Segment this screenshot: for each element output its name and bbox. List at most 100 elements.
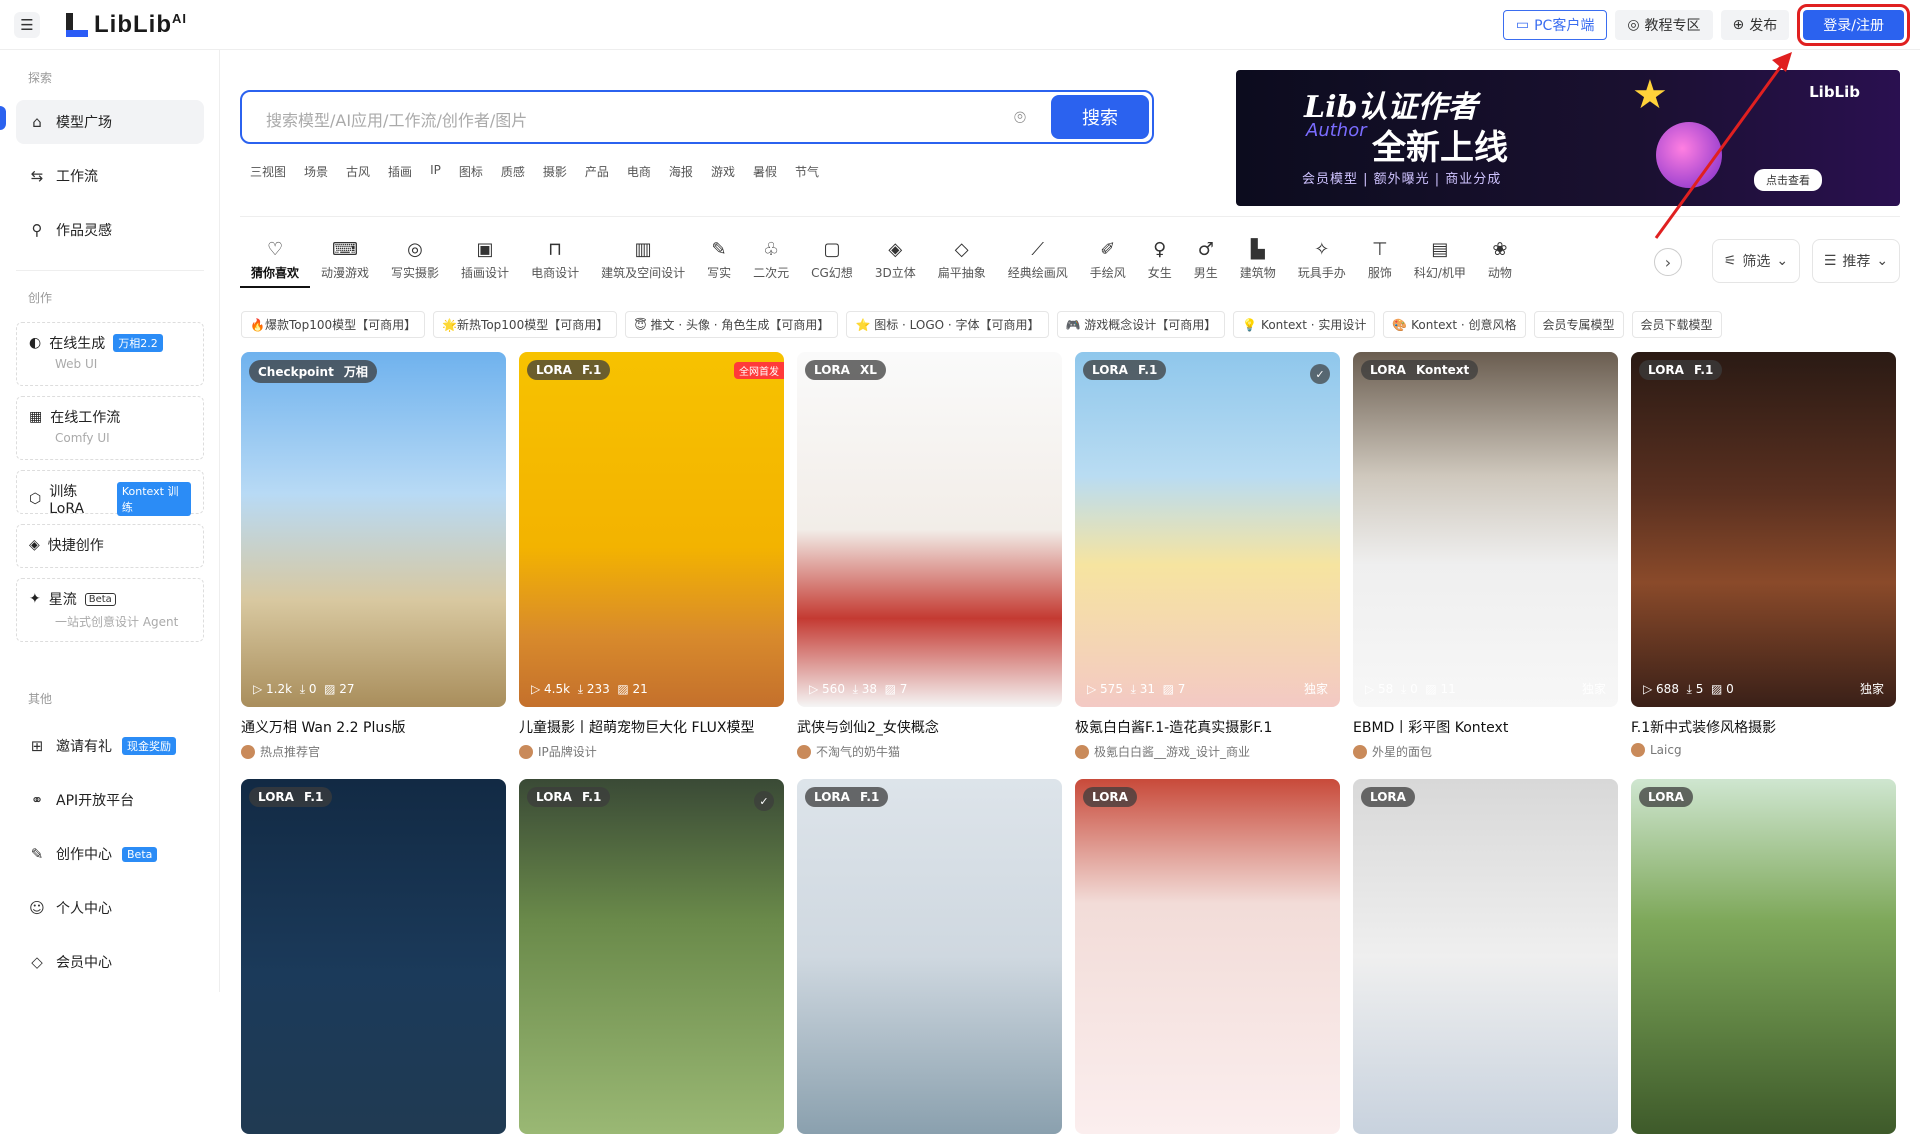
sort-button[interactable]: ☰ 推荐 ⌄ (1812, 239, 1900, 283)
model-image[interactable]: LORA F.1 (241, 779, 506, 1134)
filter-chip[interactable]: 🎮 游戏概念设计【可商用】 (1056, 311, 1226, 338)
model-card[interactable]: LORA F.1 ✓ ▷ 575 ⤓ 31 ▨ 7 独家 极氪白白酱F.1-造花真实摄影F… (1075, 352, 1340, 760)
model-card[interactable]: LORA (1075, 779, 1340, 1134)
hot-tag[interactable]: 三视图 (250, 163, 286, 180)
model-card[interactable]: LORA (1353, 779, 1618, 1134)
hot-tag[interactable]: 产品 (585, 163, 609, 180)
filter-chip[interactable]: 会员专属模型 (1533, 311, 1624, 338)
tab-category[interactable]: ◎ 写实摄影 (380, 236, 450, 288)
hot-tag[interactable]: 节气 (795, 163, 819, 180)
search-input[interactable]: 搜索模型/AI应用/工作流/创作者/图片 (266, 107, 527, 131)
model-card[interactable]: LORA Kontext ▷ 58 ⤓ 0 ▨ 11 独家 EBMD丨彩平图 Konte… (1353, 352, 1618, 760)
model-author[interactable]: IP品牌设计 (519, 743, 784, 760)
tab-category[interactable]: ⊤ 服饰 (1357, 236, 1403, 288)
sidebar-item-model-square[interactable]: ⌂ 模型广场 (16, 100, 204, 144)
model-author[interactable]: 不淘气的奶牛猫 (797, 743, 1062, 760)
pc-client-button[interactable]: ▭ PC客户端 (1502, 10, 1608, 40)
tab-category[interactable]: ▙ 建筑物 (1229, 236, 1287, 288)
sidebar-item-quick-create[interactable]: ◈ 快捷创作 (16, 524, 204, 568)
hot-tag[interactable]: 质感 (501, 163, 525, 180)
tab-category[interactable]: ♀ 女生 (1137, 236, 1183, 288)
hot-tag[interactable]: 场景 (304, 163, 328, 180)
camera-icon[interactable]: ⌾ (1014, 105, 1026, 129)
chevron-right-icon[interactable]: › (1654, 248, 1682, 276)
hot-tag[interactable]: 海报 (669, 163, 693, 180)
filter-chip[interactable]: 🔥爆款Top100模型【可商用】 (241, 311, 426, 338)
model-image[interactable]: LORA F.1 ✓ (519, 779, 784, 1134)
model-card[interactable]: LORA (1631, 779, 1896, 1134)
tab-category[interactable]: ⟋ 经典绘画风 (997, 236, 1079, 288)
model-image[interactable]: LORA (1353, 779, 1618, 1134)
filter-button[interactable]: ⚟ 筛选 ⌄ (1712, 239, 1800, 283)
sidebar-item-train-lora[interactable]: ⬡ 训练LoRA Kontext 训练 (16, 470, 204, 517)
sidebar-item-profile[interactable]: ☺ 个人中心 (16, 886, 204, 930)
filter-chip[interactable]: 😇 推文 · 头像 · 角色生成【可商用】 (625, 311, 839, 338)
filter-chip[interactable]: ⭐ 图标 · LOGO · 字体【可商用】 (846, 311, 1049, 338)
hot-tag[interactable]: 电商 (627, 163, 651, 180)
model-title[interactable]: 通义万相 Wan 2.2 Plus版 (241, 717, 506, 737)
hot-tag[interactable]: 摄影 (543, 163, 567, 180)
sidebar-item-online-workflow[interactable]: ▦ 在线工作流 Comfy UI (16, 396, 204, 460)
logo[interactable]: LibLibAI (64, 8, 187, 42)
banner-cta[interactable]: 点击查看 (1754, 169, 1822, 191)
filter-chip[interactable]: 🎨 Kontext · 创意风格 (1383, 311, 1526, 338)
model-title[interactable]: 武侠与剑仙2_女侠概念 (797, 717, 1062, 737)
hot-tag[interactable]: 暑假 (753, 163, 777, 180)
filter-chip[interactable]: 💡 Kontext · 实用设计 (1233, 311, 1376, 338)
tutorials-button[interactable]: ◎ 教程专区 (1615, 10, 1713, 40)
model-image[interactable]: LORA XL ▷ 560 ⤓ 38 ▨ 7 (797, 352, 1062, 707)
model-image[interactable]: LORA (1631, 779, 1896, 1134)
model-card[interactable]: LORA F.1 ✓ (519, 779, 784, 1134)
tab-category[interactable]: ✎ 写实 (696, 236, 742, 288)
publish-button[interactable]: ⊕ 发布 (1720, 10, 1790, 40)
model-title[interactable]: 儿童摄影丨超萌宠物巨大化 FLUX模型 (519, 717, 784, 737)
model-card[interactable]: LORA XL ▷ 560 ⤓ 38 ▨ 7 武侠与剑仙2_女侠概念 不淘气的奶牛猫 (797, 352, 1062, 760)
sidebar-item-inspiration[interactable]: ⚲ 作品灵感 (16, 208, 204, 252)
model-title[interactable]: F.1新中式装修风格摄影 (1631, 717, 1896, 737)
sidebar-item-membership[interactable]: ◇ 会员中心 (16, 940, 204, 984)
hot-tag[interactable]: 插画 (388, 163, 412, 180)
tab-category[interactable]: ▢ CG幻想 (800, 236, 864, 288)
tab-category[interactable]: ⊓ 电商设计 (520, 236, 590, 288)
model-author[interactable]: 极氪白白酱__游戏_设计_商业 (1075, 743, 1340, 760)
hot-tag[interactable]: IP (430, 163, 441, 180)
model-title[interactable]: EBMD丨彩平图 Kontext (1353, 717, 1618, 737)
model-author[interactable]: 外星的面包 (1353, 743, 1618, 760)
sidebar-item-xingliu[interactable]: ✦ 星流 Beta 一站式创意设计 Agent (16, 578, 204, 642)
model-card[interactable]: LORA F.1 (797, 779, 1062, 1134)
sidebar-item-workflow[interactable]: ⇆ 工作流 (16, 154, 204, 198)
search-button[interactable]: 搜索 (1051, 95, 1149, 139)
tab-category[interactable]: ❀ 动物 (1477, 236, 1523, 288)
tab-category[interactable]: ♧ 二次元 (742, 236, 800, 288)
model-image[interactable]: LORA (1075, 779, 1340, 1134)
tab-category[interactable]: ◇ 扁平抽象 (927, 236, 997, 288)
sidebar-item-invite[interactable]: ⊞ 邀请有礼 现金奖励 (16, 724, 204, 768)
filter-chip[interactable]: 会员下载模型 (1631, 311, 1722, 338)
model-image[interactable]: LORA F.1 ✓ ▷ 575 ⤓ 31 ▨ 7 独家 (1075, 352, 1340, 707)
model-image[interactable]: LORA F.1 全网首发 ▷ 4.5k ⤓ 233 ▨ 21 (519, 352, 784, 707)
tab-category[interactable]: ▣ 插画设计 (450, 236, 520, 288)
hot-tag[interactable]: 图标 (459, 163, 483, 180)
model-card[interactable]: Checkpoint 万相 ▷ 1.2k ⤓ 0 ▨ 27 通义万相 Wan 2.2 … (241, 352, 506, 760)
model-author[interactable]: Laicg (1631, 743, 1896, 757)
model-card[interactable]: LORA F.1 全网首发 ▷ 4.5k ⤓ 233 ▨ 21 儿童摄影丨超萌宠物巨大化… (519, 352, 784, 760)
sidebar-item-online-generate[interactable]: ◐ 在线生成 万相2.2 Web UI (16, 322, 204, 386)
promo-banner[interactable]: Lib认证作者 Author 全新上线 会员模型 | 额外曝光 | 商业分成 点… (1236, 70, 1900, 206)
model-card[interactable]: LORA F.1 (241, 779, 506, 1134)
model-card[interactable]: LORA F.1 ▷ 688 ⤓ 5 ▨ 0 独家 F.1新中式装修风格摄影 Laicg (1631, 352, 1896, 757)
model-image[interactable]: LORA Kontext ▷ 58 ⤓ 0 ▨ 11 独家 (1353, 352, 1618, 707)
hot-tag[interactable]: 古风 (346, 163, 370, 180)
sidebar-item-api[interactable]: ⚭ API开放平台 (16, 778, 204, 822)
hot-tag[interactable]: 游戏 (711, 163, 735, 180)
model-image[interactable]: LORA F.1 ▷ 688 ⤓ 5 ▨ 0 独家 (1631, 352, 1896, 707)
tab-category[interactable]: ♡ 猜你喜欢 (240, 236, 311, 288)
tab-category[interactable]: ▥ 建筑及空间设计 (590, 236, 696, 288)
tab-category[interactable]: ⌨ 动漫游戏 (310, 236, 380, 288)
sidebar-item-creator-center[interactable]: ✎ 创作中心 Beta (16, 832, 204, 876)
tab-category[interactable]: ▤ 科幻/机甲 (1403, 236, 1477, 288)
login-button[interactable]: 登录/注册 (1797, 4, 1910, 46)
model-author[interactable]: 热点推荐官 (241, 743, 506, 760)
tab-category[interactable]: ◈ 3D立体 (864, 236, 927, 288)
tab-category[interactable]: ✐ 手绘风 (1079, 236, 1137, 288)
filter-chip[interactable]: 🌟新热Top100模型【可商用】 (433, 311, 618, 338)
